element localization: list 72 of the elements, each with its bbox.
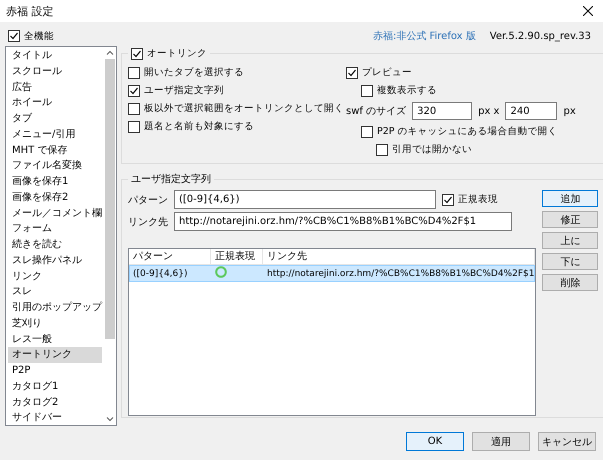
category-item[interactable]: 引用のポップアップ	[8, 300, 102, 316]
checkbox-label: オートリンク	[147, 47, 207, 60]
version-text: Ver.5.2.90.sp_rev.33	[490, 30, 591, 42]
category-item[interactable]: ホイール	[8, 95, 102, 111]
unit-label: px	[563, 106, 576, 116]
category-item[interactable]: 続きを読む	[8, 237, 102, 253]
scroll-thumb[interactable]	[105, 59, 115, 339]
category-item[interactable]: スクロール	[8, 64, 102, 80]
category-item[interactable]: レス一般	[8, 332, 102, 348]
swf-size-label: swf のサイズ	[346, 105, 406, 118]
checkbox[interactable]	[442, 194, 454, 206]
swf-width-field[interactable]: 320	[412, 102, 472, 120]
checkbox-label: プレビュー	[362, 66, 412, 79]
checkbox-label: 開いたタブを選択する	[144, 66, 244, 79]
category-item[interactable]: ファイル名変換	[8, 158, 102, 174]
brand-link[interactable]: 赤福:非公式 Firefox 版	[372, 29, 476, 43]
table-row[interactable]: ([0-9]{4,6}) http://notarejini.orz.hm/?%CB%C1%B8%B1%BC%D4%2F$1	[129, 265, 536, 282]
category-item[interactable]: サイドバー	[8, 410, 102, 426]
table-cell-text: ([0-9]{4,6})	[132, 268, 189, 278]
checkbox-label: 引用では開かない	[392, 143, 472, 156]
checkbox-label: ユーザ指定文字列	[144, 84, 224, 97]
checkbox-label: 板以外で選択範囲をオートリンクとして開く	[144, 102, 344, 115]
pattern-field[interactable]: ([0-9]{4,6})	[174, 190, 436, 209]
category-item[interactable]: タイトル	[8, 48, 102, 64]
checkbox[interactable]	[131, 48, 143, 60]
category-item[interactable]: 画像を保存1	[8, 174, 102, 190]
group-title: ユーザ指定文字列	[130, 172, 212, 186]
category-item[interactable]: メール／コメント欄	[8, 206, 102, 222]
swf-height-field[interactable]: 240	[505, 102, 558, 120]
checkbox-label: P2P のキャッシュにある場合自動で開く	[377, 125, 558, 138]
checkbox[interactable]	[376, 144, 388, 156]
checkbox[interactable]	[128, 102, 140, 114]
checkbox[interactable]	[128, 120, 140, 132]
category-item[interactable]: スレ	[8, 284, 102, 300]
side-button[interactable]: 削除	[542, 274, 598, 291]
checkbox[interactable]	[361, 126, 373, 138]
dialog-button[interactable]: OK	[406, 432, 464, 451]
checkbox-label: 複数表示する	[377, 84, 437, 97]
close-icon[interactable]	[583, 6, 593, 16]
category-item[interactable]: カタログ2	[8, 394, 102, 410]
category-item[interactable]: タブ	[8, 111, 102, 127]
side-button[interactable]: 下に	[542, 253, 598, 270]
table-cell-text: http://notarejini.orz.hm/?%CB%C1%B8%B1%BC%D4%2F$1	[266, 268, 534, 278]
category-item[interactable]: 画像を保存2	[8, 190, 102, 206]
side-button[interactable]: 上に	[542, 232, 598, 249]
side-button[interactable]: 修正	[542, 211, 598, 228]
checkbox-label: 正規表現	[458, 193, 498, 206]
window-title: 赤福 設定	[6, 4, 54, 18]
checkbox[interactable]	[128, 84, 140, 96]
category-item[interactable]: 芝刈り	[8, 316, 102, 332]
pattern-label: パターン	[128, 194, 168, 206]
category-item[interactable]: MHT で保存	[8, 142, 102, 158]
category-item[interactable]: メニュー/引用	[8, 126, 102, 142]
category-item[interactable]: 広告	[8, 80, 102, 96]
category-item[interactable]: カタログ1	[8, 378, 102, 394]
link-label: リンク先	[128, 216, 168, 228]
checkbox[interactable]	[128, 66, 140, 78]
dialog-button[interactable]: 適用	[472, 432, 530, 451]
checkbox[interactable]	[346, 66, 358, 78]
category-item[interactable]: スレ操作パネル	[8, 252, 102, 268]
category-item[interactable]: オートリンク	[8, 347, 102, 363]
dialog-button[interactable]: キャンセル	[538, 432, 596, 451]
checkbox[interactable]	[361, 84, 373, 96]
link-field[interactable]: http://notarejini.orz.hm/?%CB%C1%B8%B1%BC%D4%2F$1	[174, 212, 512, 231]
category-item[interactable]: リンク	[8, 268, 102, 284]
category-item[interactable]: P2P	[8, 363, 102, 379]
unit-label: px x	[478, 106, 500, 116]
side-button[interactable]: 追加	[542, 190, 598, 207]
checkbox[interactable]	[8, 30, 20, 42]
checkbox-label: 全機能	[24, 30, 54, 42]
category-item[interactable]: フォーム	[8, 221, 102, 237]
checkbox-label: 題名と名前も対象にする	[144, 120, 254, 133]
